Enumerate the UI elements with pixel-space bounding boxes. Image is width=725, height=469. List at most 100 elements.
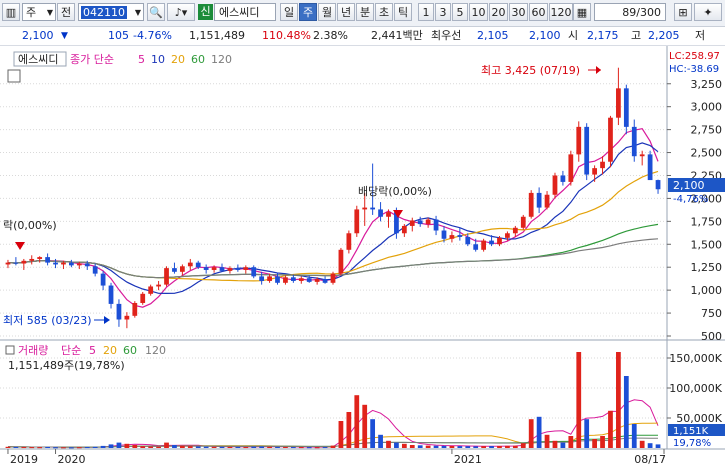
volume-bar (92, 446, 98, 448)
volume-current: 1,151,489주(19,78%) (8, 359, 125, 372)
search-icon[interactable]: 🔍 (147, 3, 165, 21)
volume-bar (132, 445, 138, 448)
volume-bar (195, 446, 201, 448)
volume-bar (322, 447, 328, 449)
vol-ma5-legend: 5 (89, 344, 96, 357)
minute-step-3[interactable]: 3 (435, 3, 451, 21)
calendar-icon[interactable]: ▦ (573, 3, 591, 21)
minute-step-60[interactable]: 60 (529, 3, 548, 21)
volume-bar (13, 446, 19, 448)
candle-body (560, 175, 566, 182)
candle-body (290, 277, 296, 281)
candle-body (259, 276, 265, 281)
candle-body (53, 262, 58, 265)
candle-body (631, 126, 637, 157)
period-tab-7[interactable]: 틱 (394, 3, 412, 21)
volume-bar (69, 447, 74, 449)
low-label: 저 (695, 29, 706, 42)
candle-body (362, 207, 368, 210)
volume-bar (290, 447, 296, 449)
x-tick-label: 08/17 (634, 453, 666, 466)
candle-body (37, 257, 43, 259)
volume-bar (251, 446, 257, 448)
candle-body (409, 220, 415, 226)
candle-body (536, 192, 542, 208)
volume-bar (283, 446, 288, 448)
candle-body (5, 262, 11, 265)
volume-bar (172, 445, 177, 448)
volume-bar (362, 404, 368, 448)
volume-bar (203, 446, 209, 448)
volume-bar (140, 446, 146, 448)
settings-icon[interactable]: ✦ (694, 3, 722, 21)
minute-step-20[interactable]: 20 (489, 3, 508, 21)
candle-body (275, 276, 280, 283)
period-tab-5[interactable]: 분 (356, 3, 374, 21)
y-tick-label: 1,500 (691, 238, 723, 251)
volume-bar (45, 446, 50, 448)
volume-bar (655, 444, 661, 448)
volume-bar (647, 443, 653, 448)
volume-bar (243, 447, 249, 449)
volume-bar (552, 440, 558, 448)
volume-bar (164, 442, 169, 448)
candle-body (187, 262, 193, 267)
open-price: 2,175 (587, 29, 619, 42)
ma60-legend: 60 (191, 53, 205, 66)
candle-body (132, 302, 138, 316)
period-tab-4[interactable]: 년 (337, 3, 355, 21)
candle-body (219, 267, 225, 271)
ma10-legend: 10 (151, 53, 165, 66)
volume-bar (394, 442, 399, 448)
candle-body (378, 209, 383, 217)
ma20-legend: 20 (171, 53, 185, 66)
volume-bar (576, 352, 582, 448)
minute-step-5[interactable]: 5 (452, 3, 468, 21)
turnover: 2.38% (313, 29, 348, 42)
period-tab-1[interactable]: 일 (280, 3, 298, 21)
speaker-icon[interactable]: ♪▾ (167, 3, 195, 21)
volume: 1,151,489 (189, 29, 245, 42)
y-tick-label: 3,250 (691, 78, 723, 91)
minute-step-1[interactable]: 1 (418, 3, 434, 21)
stock-chart[interactable]: 5007501,0001,2501,5001,7502,0002,2502,50… (0, 46, 725, 469)
market-select[interactable]: 주 ▼ (22, 3, 56, 21)
candle-body (608, 117, 613, 162)
volume-bar (330, 445, 336, 448)
volume-bar (386, 440, 391, 448)
volume-bar (179, 445, 185, 448)
volume-ratio: 110.48% (262, 29, 311, 42)
candle-body (600, 161, 605, 169)
candle-body (655, 180, 661, 190)
candle-body (639, 154, 645, 157)
minute-step-10[interactable]: 10 (469, 3, 488, 21)
stock-code-input[interactable]: 042110 ▼ (78, 3, 144, 21)
stock-name-field: 에스씨디 (214, 3, 276, 21)
chevron-down-icon: ▼ (46, 8, 53, 17)
dividend-annotation: 배당락(0,00%) (358, 185, 432, 198)
minute-step-30[interactable]: 30 (509, 3, 528, 21)
volume-legend-label: 단순 (61, 344, 81, 357)
lc-label: LC:258.97 (669, 51, 720, 62)
candle-body (61, 262, 66, 265)
current-price: 2,100 (22, 29, 54, 42)
volume-bar (235, 446, 241, 448)
period-tab-2[interactable]: 주 (299, 3, 317, 21)
volume-bar (528, 419, 534, 448)
jeon-button[interactable]: 전 (57, 3, 75, 21)
y-tick-label: 1,000 (691, 284, 723, 297)
volume-bar (465, 446, 471, 448)
candle-body (179, 266, 185, 272)
app-menu-icon[interactable]: ▥ (2, 3, 20, 21)
y-tick-label: 2,500 (691, 147, 723, 160)
volume-legend-checkbox[interactable] (5, 345, 15, 355)
minute-step-120[interactable]: 120 (549, 3, 573, 21)
grid-icon[interactable]: ⊞ (674, 3, 692, 21)
volume-bar (5, 446, 11, 448)
crosshair-toggle-icon[interactable] (7, 69, 21, 83)
x-tick-label: 2019 (10, 453, 38, 466)
volume-bar (306, 447, 312, 449)
period-tab-3[interactable]: 월 (318, 3, 336, 21)
period-tab-6[interactable]: 초 (375, 3, 393, 21)
volume-bar (425, 445, 431, 448)
